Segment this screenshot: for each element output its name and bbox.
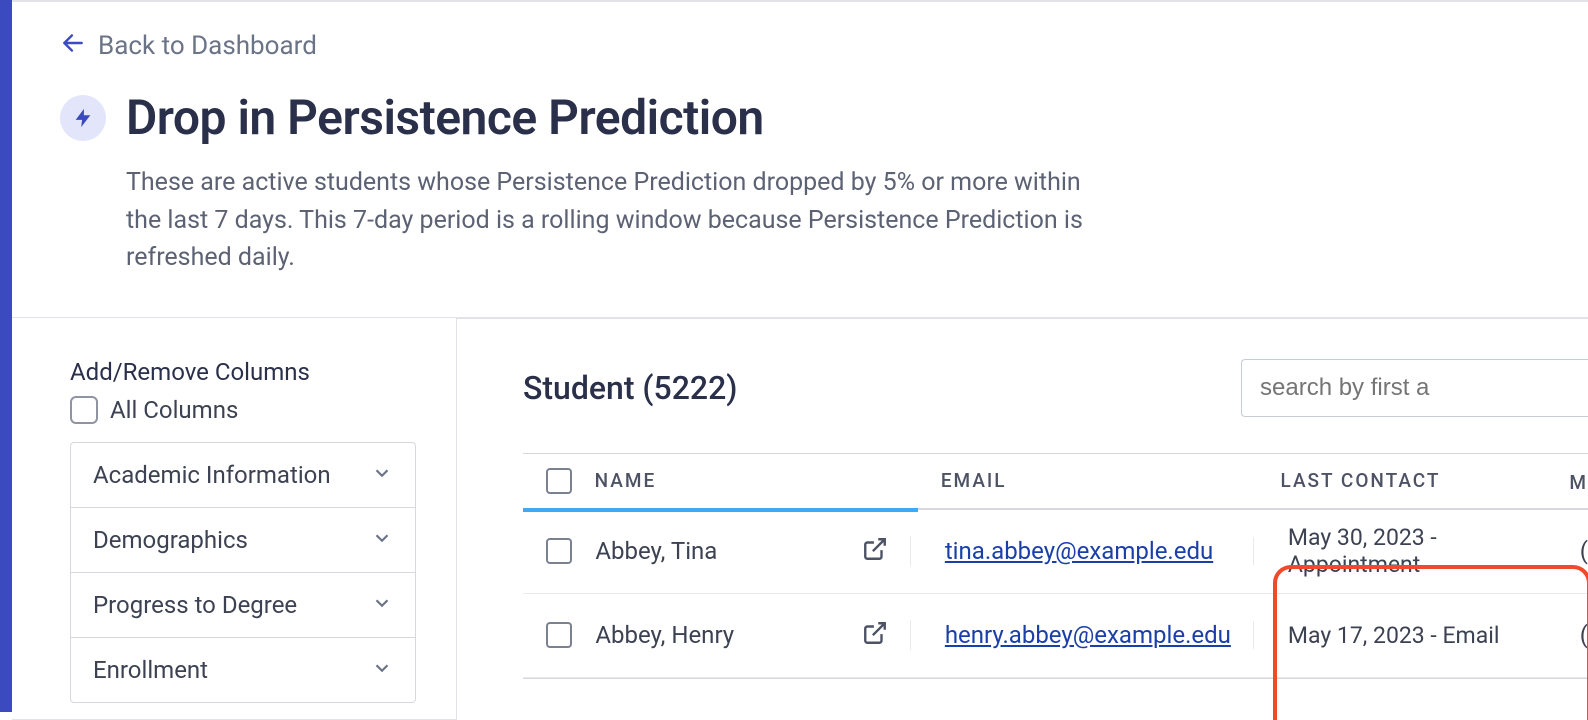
column-header-last-contact[interactable]: LAST CONTACT	[1281, 469, 1441, 492]
page-description: These are active students whose Persiste…	[126, 164, 1086, 277]
student-count-heading: Student (5222)	[523, 369, 737, 407]
students-table: NAME EMAIL LAST CONTACT M Abbey, Tina ti…	[523, 453, 1588, 679]
arrow-left-icon	[60, 30, 86, 61]
student-name[interactable]: Abbey, Henry	[595, 621, 734, 649]
column-header-email[interactable]: EMAIL	[941, 469, 1007, 492]
page-title: Drop in Persistence Prediction	[126, 89, 764, 146]
lightning-icon	[60, 95, 106, 141]
accordion-item-academic-information[interactable]: Academic Information	[71, 443, 415, 508]
all-columns-label: All Columns	[110, 396, 238, 424]
student-email-link[interactable]: tina.abbey@example.edu	[945, 537, 1213, 565]
table-header-row: NAME EMAIL LAST CONTACT M	[523, 454, 1588, 510]
accordion-item-progress-to-degree[interactable]: Progress to Degree	[71, 573, 415, 638]
table-row: Abbey, Henry henry.abbey@example.edu May…	[523, 594, 1588, 678]
name-column-sort-indicator	[523, 508, 918, 512]
accordion-label: Academic Information	[93, 461, 331, 489]
columns-accordion: Academic Information Demographics Progre…	[70, 442, 416, 703]
back-to-dashboard-link[interactable]: Back to Dashboard	[60, 30, 317, 61]
left-accent-stripe	[0, 0, 12, 712]
sidebar-title: Add/Remove Columns	[70, 358, 416, 386]
row-checkbox[interactable]	[546, 622, 572, 648]
m-value: (	[1580, 621, 1588, 649]
page-header: Back to Dashboard Drop in Persistence Pr…	[12, 0, 1588, 318]
accordion-item-enrollment[interactable]: Enrollment	[71, 638, 415, 702]
back-link-label: Back to Dashboard	[98, 31, 317, 61]
top-divider	[12, 0, 1588, 2]
chevron-down-icon	[371, 592, 393, 618]
last-contact-value: May 17, 2023 - Email	[1288, 622, 1500, 649]
accordion-item-demographics[interactable]: Demographics	[71, 508, 415, 573]
external-link-icon[interactable]	[862, 620, 888, 650]
accordion-label: Enrollment	[93, 656, 208, 684]
accordion-label: Demographics	[93, 526, 248, 554]
external-link-icon[interactable]	[862, 536, 888, 566]
column-header-name[interactable]: NAME	[595, 469, 657, 492]
chevron-down-icon	[371, 657, 393, 683]
student-name[interactable]: Abbey, Tina	[595, 537, 717, 565]
column-header-m[interactable]: M	[1569, 471, 1588, 494]
m-value: (	[1580, 537, 1588, 565]
columns-sidebar: Add/Remove Columns All Columns Academic …	[12, 318, 457, 720]
last-contact-value: May 30, 2023 - Appointment	[1288, 524, 1562, 578]
all-columns-checkbox[interactable]	[70, 396, 98, 424]
chevron-down-icon	[371, 462, 393, 488]
chevron-down-icon	[371, 527, 393, 553]
main-content: Student (5222) NAME EMAIL LAST CONTACT M…	[457, 318, 1588, 720]
select-all-checkbox[interactable]	[546, 468, 572, 494]
student-search-input[interactable]	[1241, 359, 1588, 417]
accordion-label: Progress to Degree	[93, 591, 297, 619]
table-row: Abbey, Tina tina.abbey@example.edu May 3…	[523, 510, 1588, 594]
row-checkbox[interactable]	[546, 538, 572, 564]
student-email-link[interactable]: henry.abbey@example.edu	[945, 621, 1231, 649]
